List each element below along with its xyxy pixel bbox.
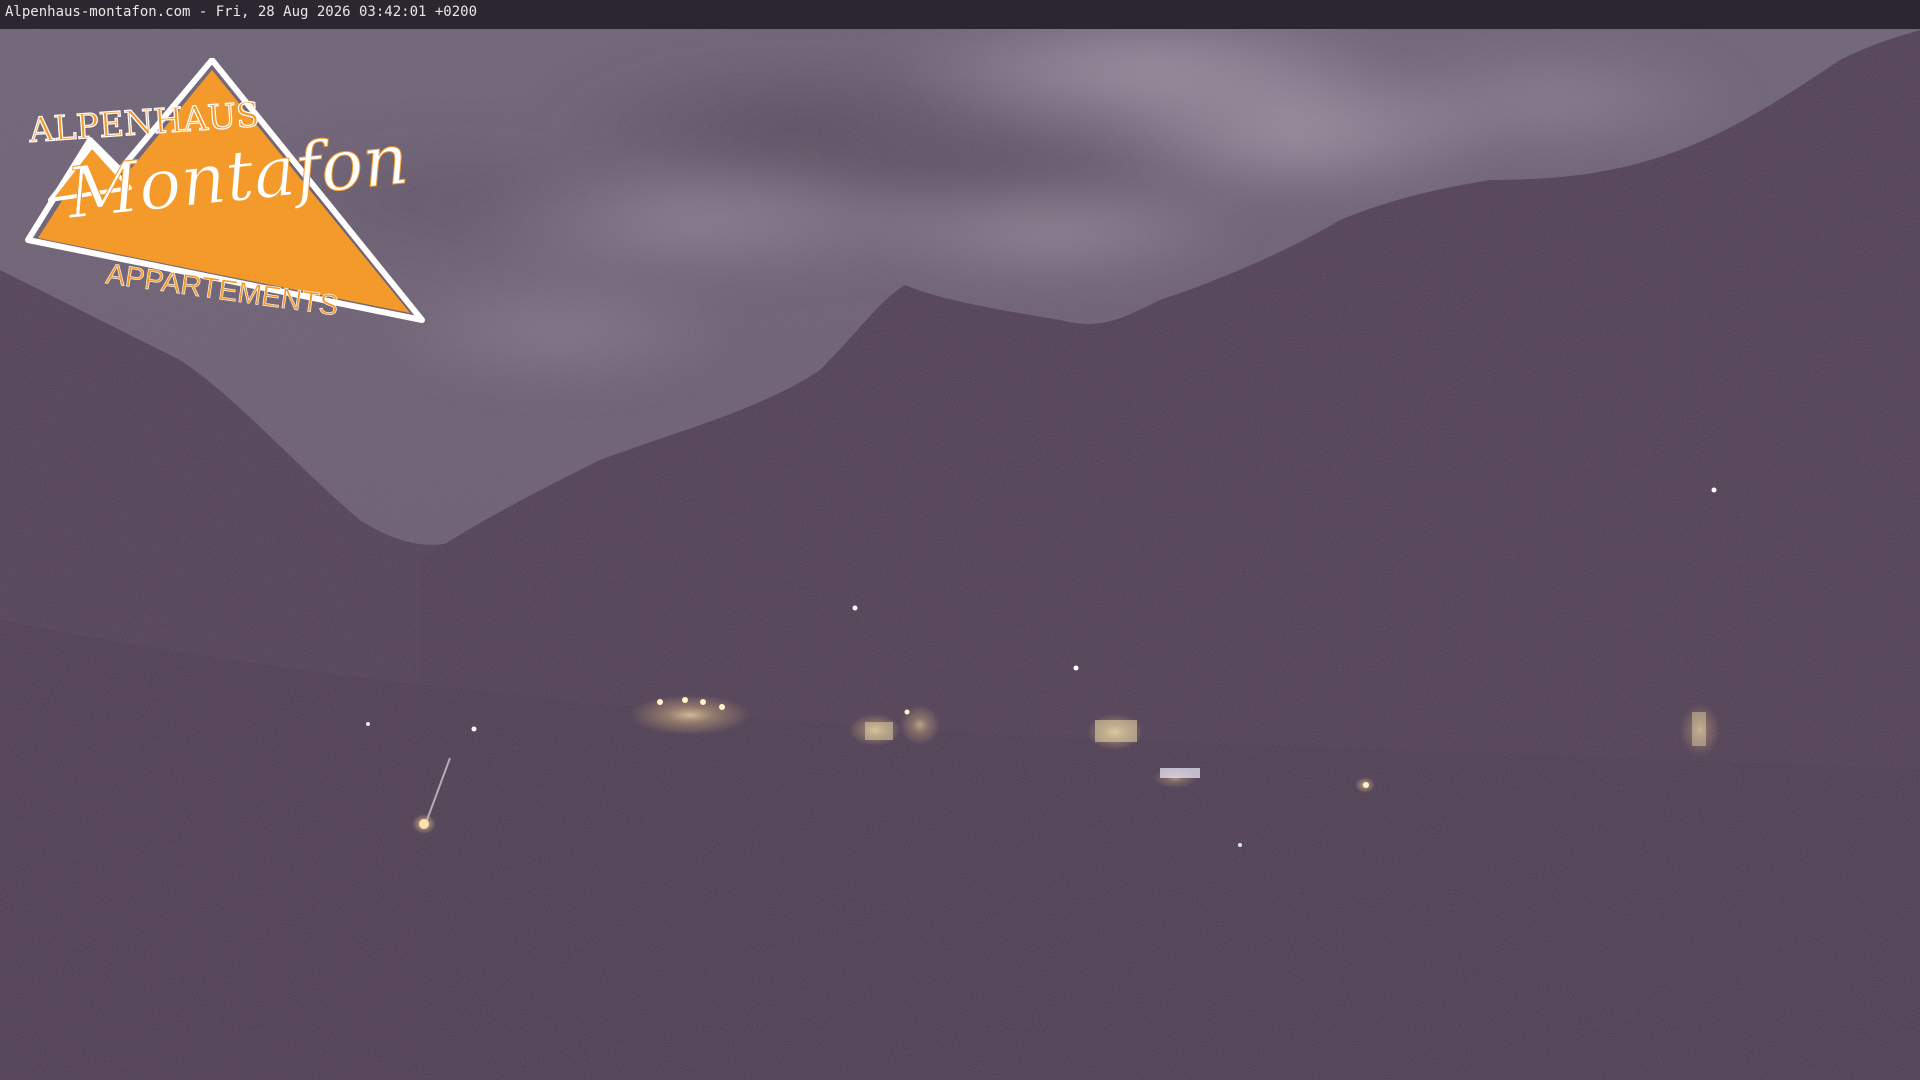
timestamp-bar: Alpenhaus-montafon.com - Fri, 28 Aug 202… bbox=[0, 0, 1920, 29]
timestamp-text: Alpenhaus-montafon.com - Fri, 28 Aug 202… bbox=[5, 4, 478, 20]
webcam-frame: ALPENHAUS Montafon APPARTEMENTS Alpenhau… bbox=[0, 0, 1920, 1080]
alpenhaus-montafon-logo: ALPENHAUS Montafon APPARTEMENTS bbox=[25, 58, 425, 323]
